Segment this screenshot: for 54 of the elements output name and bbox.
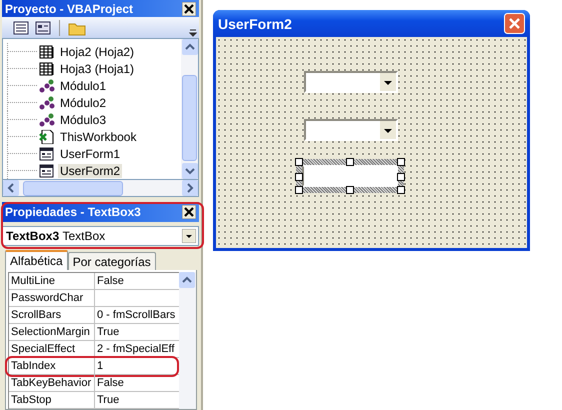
property-name: TabIndex [9,358,95,374]
scroll-up-icon[interactable] [182,39,198,55]
tree-item[interactable]: UserForm2 [58,164,122,178]
property-value[interactable]: 2 - fmSpecialEff [95,341,179,357]
tree-item[interactable]: Módulo2 [58,96,108,110]
resize-handle[interactable] [346,186,354,194]
form-title: UserForm2 [218,16,292,32]
property-value[interactable]: True [95,324,179,340]
module-icon [39,78,55,92]
property-value[interactable]: 0 - fmScrollBars [95,307,179,323]
horizontal-scrollbar[interactable] [2,180,199,197]
tree-item[interactable]: UserForm1 [58,146,122,160]
property-name: SelectionMargin [9,324,95,340]
property-name: MultiLine [9,273,95,289]
property-name: TabKeyBehavior [9,375,95,391]
tree-item[interactable]: Módulo1 [58,78,108,92]
close-icon[interactable] [182,2,196,16]
resize-handle[interactable] [346,158,354,166]
tree-item[interactable]: Hoja2 (Hoja2) [58,44,136,58]
close-icon[interactable] [182,205,196,219]
form-icon [39,146,55,160]
tab[interactable]: Por categorías [68,252,156,270]
property-name: SpecialEffect [9,341,95,357]
tree-item[interactable]: Hoja3 (Hoja1) [58,62,136,76]
object-dropdown[interactable]: TextBox3 TextBox [2,226,199,246]
scroll-left-icon[interactable] [3,180,19,196]
tab[interactable]: Alfabética [5,250,68,270]
sheet-icon [39,44,55,58]
tree-item[interactable]: ThisWorkbook [58,130,138,144]
scrollbar[interactable] [181,39,198,179]
panel-title: Proyecto - VBAProject [5,2,134,16]
selection-frame[interactable] [296,159,404,193]
tree-item[interactable]: Módulo3 [58,112,108,126]
scroll-up-icon[interactable] [179,272,195,288]
property-value[interactable]: False [95,375,179,391]
property-name: TabStop [9,392,95,408]
overflow-icon[interactable] [189,28,197,38]
module-icon [39,96,55,110]
property-value[interactable]: 1 [95,358,179,374]
view-object-icon[interactable] [34,20,52,36]
property-value[interactable]: True [95,392,179,408]
scrollbar[interactable] [179,272,196,409]
dropdown-arrow-icon[interactable] [182,229,196,243]
property-value[interactable]: False [95,273,179,289]
module-icon [39,112,55,126]
scroll-down-icon[interactable] [182,163,198,179]
view-code-icon[interactable] [12,20,30,36]
scroll-right-icon[interactable] [182,180,198,196]
property-name: ScrollBars [9,307,95,323]
workbook-icon [39,130,55,144]
panel-title: Propiedades - TextBox3 [5,205,141,219]
form-icon [39,164,55,178]
property-name: PasswordChar [9,290,95,306]
sheet-icon [39,62,55,76]
